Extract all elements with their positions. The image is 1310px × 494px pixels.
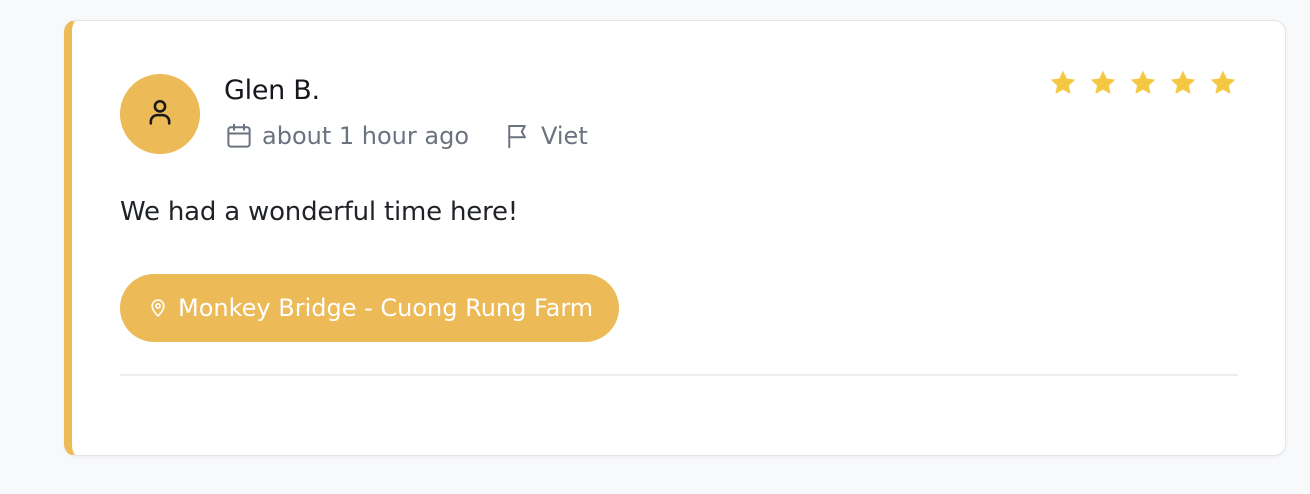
review-text: We had a wonderful time here! — [120, 197, 518, 227]
star-icon — [1208, 68, 1238, 98]
map-pin-icon — [148, 298, 168, 318]
calendar-icon — [224, 121, 254, 151]
user-icon — [143, 95, 177, 133]
review-time: about 1 hour ago — [262, 122, 469, 150]
review-language: Viet — [541, 122, 588, 150]
review-card: Glen B. about 1 hour ago Viet We had a w… — [64, 20, 1286, 456]
star-icon — [1088, 68, 1118, 98]
avatar — [120, 74, 200, 154]
star-icon — [1048, 68, 1078, 98]
star-icon — [1128, 68, 1158, 98]
location-tag[interactable]: Monkey Bridge - Cuong Rung Farm — [120, 274, 620, 342]
divider — [120, 374, 1238, 376]
star-icon — [1168, 68, 1198, 98]
star-rating — [1048, 68, 1238, 98]
reviewer-name: Glen B. — [224, 75, 320, 106]
location-tag-label: Monkey Bridge - Cuong Rung Farm — [178, 294, 594, 322]
review-meta: about 1 hour ago Viet — [224, 121, 588, 151]
flag-icon — [503, 121, 533, 151]
